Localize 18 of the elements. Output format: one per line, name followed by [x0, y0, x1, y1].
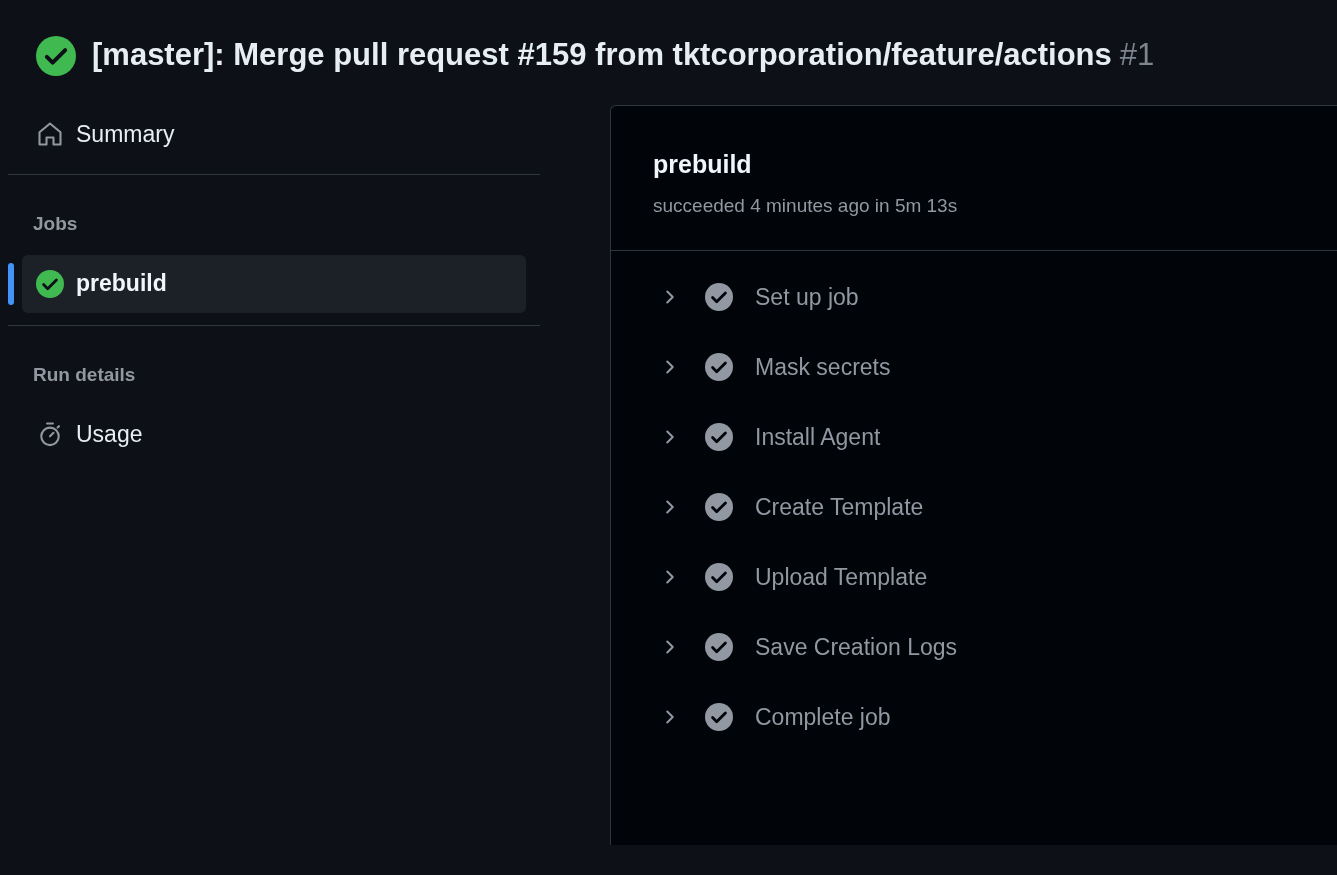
step-row[interactable]: Install Agent — [611, 402, 1337, 472]
job-item[interactable]: prebuild — [22, 254, 526, 313]
job-status-text: succeeded 4 minutes ago in 5m 13s — [653, 193, 959, 218]
step-row[interactable]: Set up job — [611, 262, 1337, 332]
usage-link[interactable]: Usage — [8, 405, 540, 463]
section-heading: Run details — [32, 362, 137, 387]
job-title: prebuild — [653, 149, 753, 180]
step-row[interactable]: Mask secrets — [611, 332, 1337, 402]
home-icon — [36, 120, 64, 148]
run-title: [master]: Merge pull request #159 from tktcorporation/feature/actions — [92, 36, 1112, 75]
step-row[interactable]: Complete job — [611, 682, 1337, 752]
summary-link[interactable]: Summary — [8, 105, 540, 163]
selection-indicator — [8, 262, 14, 305]
step-row[interactable]: Save Creation Logs — [611, 612, 1337, 682]
run-number: #1 — [1119, 36, 1155, 75]
step-row[interactable]: Upload Template — [611, 542, 1337, 612]
section-heading: Jobs — [32, 212, 79, 236]
step-row[interactable]: Create Template — [611, 472, 1337, 542]
